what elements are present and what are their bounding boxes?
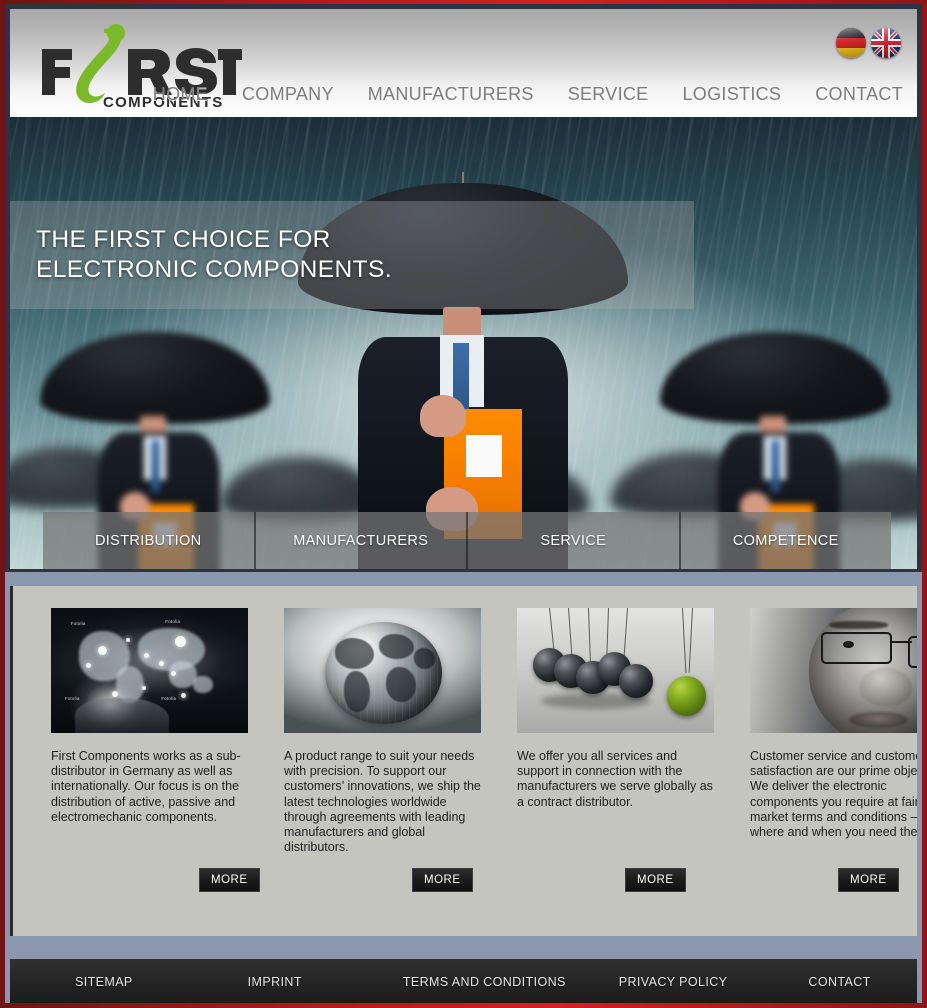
feature-card: Customer service and customer satisfacti… — [750, 608, 917, 855]
footer-link-sitemap[interactable]: SITEMAP — [75, 975, 133, 989]
language-switcher[interactable] — [836, 28, 901, 58]
nav-item-contact[interactable]: CONTACT — [798, 84, 909, 105]
page-root: COMPONENTS HOME COMPANY MANUFACTURERS SE… — [5, 4, 922, 1003]
nav-item-logistics[interactable]: LOGISTICS — [666, 84, 799, 105]
feature-card-text: Customer service and customer satisfacti… — [750, 749, 917, 840]
content-region: Fotolia Fotolia Fotolia Fotolia First Co… — [5, 586, 922, 936]
main-navigation[interactable]: HOME COMPANY MANUFACTURERS SERVICE LOGIS… — [136, 84, 909, 105]
site-footer[interactable]: SITEMAP IMPRINT TERMS AND CONDITIONS PRI… — [10, 959, 917, 1003]
category-button-competence[interactable]: COMPETENCE — [680, 512, 891, 569]
footer-link-contact[interactable]: CONTACT — [808, 975, 870, 989]
hero-category-bar[interactable]: DISTRIBUTION MANUFACTURERS SERVICE COMPE… — [43, 512, 891, 569]
footer-link-privacy-policy[interactable]: PRIVACY POLICY — [619, 975, 728, 989]
english-flag[interactable] — [871, 28, 901, 58]
feature-card-text: First Components works as a sub-distribu… — [51, 749, 241, 824]
more-button-product-range[interactable]: MORE — [412, 868, 473, 892]
hero-region: THE FIRST CHOICE FOR ELECTRONIC COMPONEN… — [5, 117, 922, 572]
nav-item-company[interactable]: COMPANY — [225, 84, 351, 105]
feature-card: A product range to suit your needs with … — [284, 608, 481, 855]
category-button-service[interactable]: SERVICE — [468, 512, 681, 569]
more-button-distribution[interactable]: MORE — [199, 868, 260, 892]
footer-link-terms-and-conditions[interactable]: TERMS AND CONDITIONS — [403, 975, 566, 989]
feature-cards-row: Fotolia Fotolia Fotolia Fotolia First Co… — [13, 586, 917, 855]
browser-frame: COMPONENTS HOME COMPANY MANUFACTURERS SE… — [0, 0, 927, 1008]
man-with-glasses-portrait-image[interactable] — [750, 608, 917, 733]
hero-headline-line1: THE FIRST CHOICE FOR — [36, 226, 331, 253]
newtons-cradle-image[interactable] — [517, 608, 714, 733]
feature-card: Fotolia Fotolia Fotolia Fotolia First Co… — [51, 608, 248, 855]
nav-item-service[interactable]: SERVICE — [551, 84, 666, 105]
nav-item-manufacturers[interactable]: MANUFACTURERS — [351, 84, 551, 105]
more-button-services[interactable]: MORE — [625, 868, 686, 892]
category-button-distribution[interactable]: DISTRIBUTION — [43, 512, 256, 569]
hero-headline: THE FIRST CHOICE FOR ELECTRONIC COMPONEN… — [10, 201, 694, 309]
content-footer-spacer — [5, 936, 922, 959]
hero-headline-line2: ELECTRONIC COMPONENTS. — [36, 256, 392, 283]
map-label: Fotolia — [64, 695, 80, 701]
map-label: Fotolia — [70, 620, 86, 626]
feature-card-text: A product range to suit your needs with … — [284, 749, 481, 855]
feature-card: We offer you all services and support in… — [517, 608, 714, 855]
nav-item-home[interactable]: HOME — [136, 84, 225, 105]
more-button-customer-service[interactable]: MORE — [838, 868, 899, 892]
header-region: COMPONENTS HOME COMPANY MANUFACTURERS SE… — [5, 4, 922, 117]
hero-headline-band: THE FIRST CHOICE FOR ELECTRONIC COMPONEN… — [10, 201, 694, 309]
hero-banner-image: THE FIRST CHOICE FOR ELECTRONIC COMPONEN… — [10, 117, 917, 569]
hero-content-spacer — [5, 572, 922, 586]
german-flag[interactable] — [836, 28, 866, 58]
map-label: Fotolia — [165, 619, 181, 625]
metallic-globe-image[interactable] — [284, 608, 481, 733]
feature-cards-panel: Fotolia Fotolia Fotolia Fotolia First Co… — [10, 586, 917, 936]
world-map-hologram-image[interactable]: Fotolia Fotolia Fotolia Fotolia — [51, 608, 248, 733]
map-label: Fotolia — [161, 695, 177, 701]
more-buttons-row: MORE MORE MORE MORE — [13, 868, 917, 894]
site-header: COMPONENTS HOME COMPANY MANUFACTURERS SE… — [10, 9, 917, 117]
feature-card-text: We offer you all services and support in… — [517, 749, 713, 809]
category-button-manufacturers[interactable]: MANUFACTURERS — [255, 512, 468, 569]
footer-link-imprint[interactable]: IMPRINT — [248, 975, 302, 989]
footer-region: SITEMAP IMPRINT TERMS AND CONDITIONS PRI… — [5, 959, 922, 1003]
